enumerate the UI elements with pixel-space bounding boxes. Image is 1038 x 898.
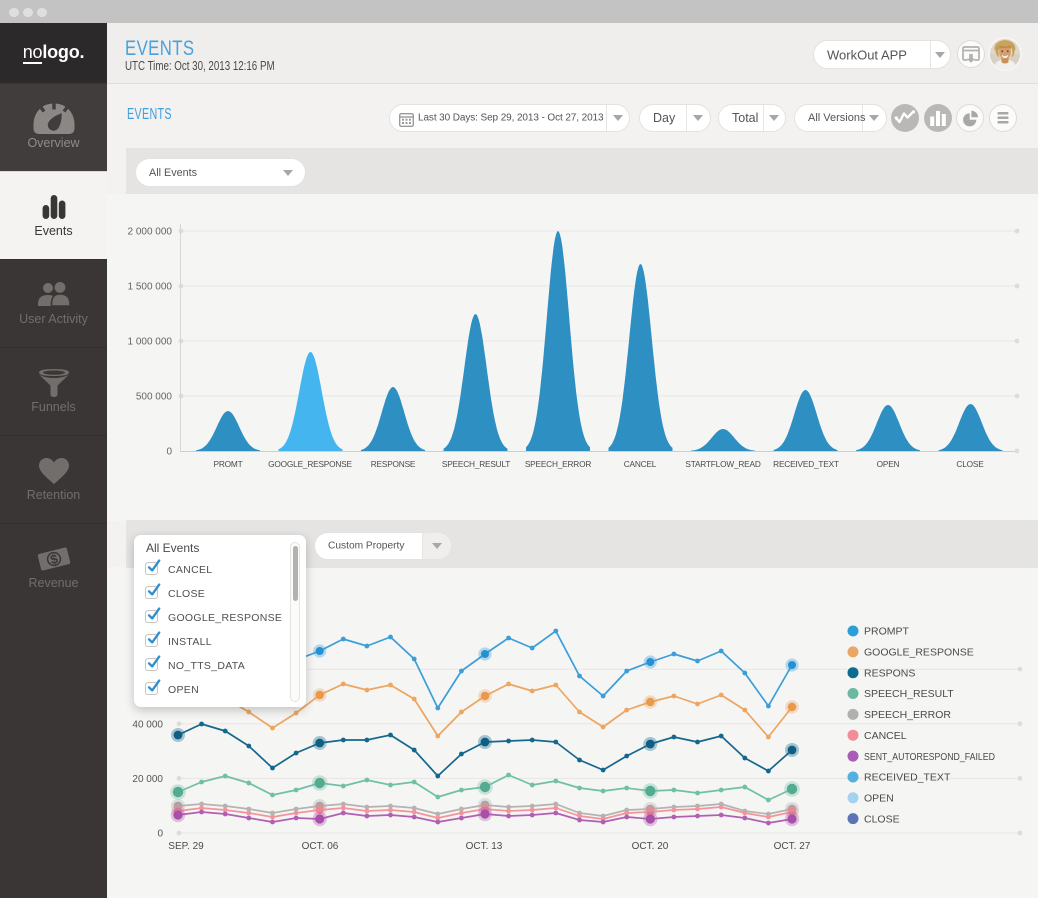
svg-text:RESPONS: RESPONS — [864, 667, 915, 679]
svg-text:RECEIVED_TEXT: RECEIVED_TEXT — [864, 772, 951, 784]
svg-text:OCT. 13: OCT. 13 — [466, 841, 503, 852]
svg-text:SPEECH_RESULT: SPEECH_RESULT — [442, 459, 510, 469]
svg-text:RECEIVED_TEXT: RECEIVED_TEXT — [773, 459, 839, 469]
svg-text:OPEN: OPEN — [864, 793, 894, 805]
svg-text:GOOGLE_RESPONSE: GOOGLE_RESPONSE — [864, 647, 974, 659]
svg-text:OCT. 27: OCT. 27 — [774, 841, 811, 852]
svg-text:RESPONSE: RESPONSE — [371, 459, 416, 469]
svg-text:CANCEL: CANCEL — [864, 730, 907, 742]
svg-text:SEP. 29: SEP. 29 — [168, 841, 204, 852]
svg-text:SPEECH_RESULT: SPEECH_RESULT — [864, 688, 954, 700]
svg-text:500 000: 500 000 — [136, 392, 173, 403]
svg-text:PROMT: PROMT — [214, 459, 243, 469]
svg-text:1 500 000: 1 500 000 — [128, 282, 173, 293]
svg-text:40 000: 40 000 — [132, 719, 163, 730]
svg-text:SPEECH_ERROR: SPEECH_ERROR — [525, 459, 592, 469]
svg-text:CLOSE: CLOSE — [864, 813, 900, 825]
svg-text:1 000 000: 1 000 000 — [128, 337, 173, 348]
svg-text:20 000: 20 000 — [132, 774, 163, 785]
svg-text:OCT. 20: OCT. 20 — [632, 841, 669, 852]
svg-text:0: 0 — [166, 447, 172, 458]
svg-text:SENT_AUTORESPOND_FAILED: SENT_AUTORESPOND_FAILED — [864, 751, 995, 763]
svg-text:CANCEL: CANCEL — [624, 459, 657, 469]
svg-text:0: 0 — [157, 829, 163, 840]
svg-text:OPEN: OPEN — [877, 459, 900, 469]
svg-text:SPEECH_ERROR: SPEECH_ERROR — [864, 709, 951, 721]
svg-text:PROMPT: PROMPT — [864, 626, 910, 638]
svg-text:STARTFLOW_READ: STARTFLOW_READ — [685, 459, 760, 469]
svg-text:CLOSE: CLOSE — [956, 459, 984, 469]
svg-text:2 000 000: 2 000 000 — [128, 227, 173, 238]
svg-text:GOOGLE_RESPONSE: GOOGLE_RESPONSE — [268, 459, 352, 469]
svg-text:OCT. 06: OCT. 06 — [302, 841, 339, 852]
